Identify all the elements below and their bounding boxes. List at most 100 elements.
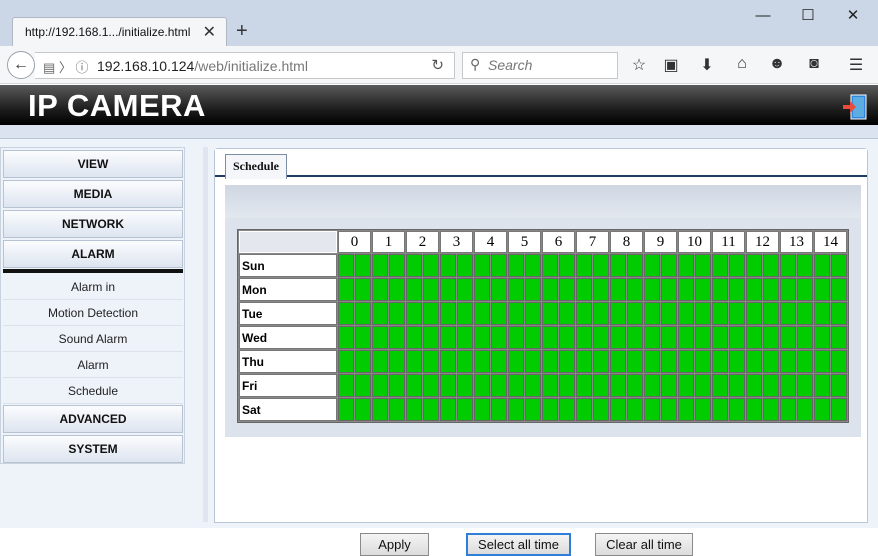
schedule-cell[interactable] <box>423 374 439 397</box>
schedule-cell[interactable] <box>644 254 660 277</box>
schedule-cell[interactable] <box>508 350 524 373</box>
schedule-cell[interactable] <box>712 254 728 277</box>
submenu-alarm-in[interactable]: Alarm in <box>3 274 183 300</box>
pocket-icon[interactable]: ◙ <box>803 55 825 77</box>
schedule-cell[interactable] <box>610 278 626 301</box>
schedule-cell[interactable] <box>627 254 643 277</box>
schedule-cell[interactable] <box>491 326 507 349</box>
schedule-cell[interactable] <box>780 254 796 277</box>
schedule-cell[interactable] <box>406 302 422 325</box>
schedule-cell[interactable] <box>729 302 745 325</box>
schedule-cell[interactable] <box>406 398 422 421</box>
schedule-cell[interactable] <box>542 350 558 373</box>
schedule-cell[interactable] <box>559 350 575 373</box>
schedule-cell[interactable] <box>661 278 677 301</box>
schedule-cell[interactable] <box>780 302 796 325</box>
schedule-cell[interactable] <box>355 326 371 349</box>
schedule-cell[interactable] <box>576 278 592 301</box>
schedule-cell[interactable] <box>576 398 592 421</box>
schedule-cell[interactable] <box>457 326 473 349</box>
schedule-cell[interactable] <box>474 398 490 421</box>
url-text[interactable]: 192.168.10.124/web/initialize.html <box>97 58 308 74</box>
schedule-cell[interactable] <box>678 254 694 277</box>
schedule-cell[interactable] <box>576 326 592 349</box>
schedule-cell[interactable] <box>508 278 524 301</box>
schedule-cell[interactable] <box>627 350 643 373</box>
day-label[interactable]: Mon <box>239 278 337 301</box>
schedule-cell[interactable] <box>678 374 694 397</box>
schedule-cell[interactable] <box>695 374 711 397</box>
schedule-cell[interactable] <box>814 278 830 301</box>
schedule-cell[interactable] <box>695 350 711 373</box>
schedule-cell[interactable] <box>797 278 813 301</box>
schedule-cell[interactable] <box>695 278 711 301</box>
menu-network[interactable]: NETWORK <box>3 210 183 238</box>
schedule-cell[interactable] <box>338 302 354 325</box>
schedule-cell[interactable] <box>542 374 558 397</box>
schedule-cell[interactable] <box>644 374 660 397</box>
schedule-cell[interactable] <box>831 278 847 301</box>
schedule-cell[interactable] <box>712 350 728 373</box>
schedule-cell[interactable] <box>508 398 524 421</box>
schedule-cell[interactable] <box>814 326 830 349</box>
schedule-cell[interactable] <box>644 398 660 421</box>
hour-header[interactable]: 6 <box>542 231 575 253</box>
schedule-cell[interactable] <box>712 374 728 397</box>
schedule-cell[interactable] <box>576 254 592 277</box>
schedule-cell[interactable] <box>559 278 575 301</box>
schedule-cell[interactable] <box>593 326 609 349</box>
schedule-cell[interactable] <box>559 326 575 349</box>
schedule-cell[interactable] <box>355 302 371 325</box>
schedule-cell[interactable] <box>338 350 354 373</box>
hour-header[interactable]: 1 <box>372 231 405 253</box>
schedule-cell[interactable] <box>508 374 524 397</box>
schedule-cell[interactable] <box>763 326 779 349</box>
maximize-button[interactable]: ☐ <box>788 6 828 28</box>
schedule-cell[interactable] <box>423 350 439 373</box>
download-icon[interactable]: ⬇ <box>696 55 718 77</box>
exit-door-icon[interactable] <box>842 94 868 120</box>
schedule-cell[interactable] <box>372 302 388 325</box>
schedule-cell[interactable] <box>389 278 405 301</box>
schedule-cell[interactable] <box>627 326 643 349</box>
schedule-cell[interactable] <box>457 350 473 373</box>
hour-header[interactable]: 11 <box>712 231 745 253</box>
schedule-cell[interactable] <box>797 302 813 325</box>
menu-icon[interactable]: ☰ <box>845 55 867 77</box>
schedule-cell[interactable] <box>576 374 592 397</box>
schedule-cell[interactable] <box>525 350 541 373</box>
schedule-cell[interactable] <box>763 398 779 421</box>
schedule-cell[interactable] <box>746 326 762 349</box>
schedule-cell[interactable] <box>797 326 813 349</box>
schedule-cell[interactable] <box>797 254 813 277</box>
menu-alarm[interactable]: ALARM <box>3 240 183 268</box>
schedule-cell[interactable] <box>814 398 830 421</box>
hour-header[interactable]: 5 <box>508 231 541 253</box>
schedule-cell[interactable] <box>491 374 507 397</box>
schedule-cell[interactable] <box>831 302 847 325</box>
schedule-cell[interactable] <box>644 302 660 325</box>
menu-advanced[interactable]: ADVANCED <box>3 405 183 433</box>
minimize-button[interactable]: — <box>743 6 783 28</box>
schedule-cell[interactable] <box>729 398 745 421</box>
schedule-cell[interactable] <box>423 254 439 277</box>
hour-header[interactable]: 8 <box>610 231 643 253</box>
schedule-cell[interactable] <box>491 302 507 325</box>
schedule-cell[interactable] <box>746 278 762 301</box>
tab-close-icon[interactable]: ✕ <box>203 22 216 42</box>
schedule-cell[interactable] <box>627 302 643 325</box>
schedule-cell[interactable] <box>474 302 490 325</box>
schedule-cell[interactable] <box>831 326 847 349</box>
schedule-cell[interactable] <box>763 350 779 373</box>
menu-view[interactable]: VIEW <box>3 150 183 178</box>
home-icon[interactable]: ⌂ <box>731 55 753 77</box>
schedule-cell[interactable] <box>661 302 677 325</box>
schedule-cell[interactable] <box>763 374 779 397</box>
schedule-cell[interactable] <box>491 398 507 421</box>
hour-header[interactable]: 9 <box>644 231 677 253</box>
new-tab-button[interactable]: + <box>236 20 248 43</box>
schedule-cell[interactable] <box>440 302 456 325</box>
schedule-cell[interactable] <box>763 278 779 301</box>
schedule-cell[interactable] <box>406 326 422 349</box>
schedule-cell[interactable] <box>389 350 405 373</box>
